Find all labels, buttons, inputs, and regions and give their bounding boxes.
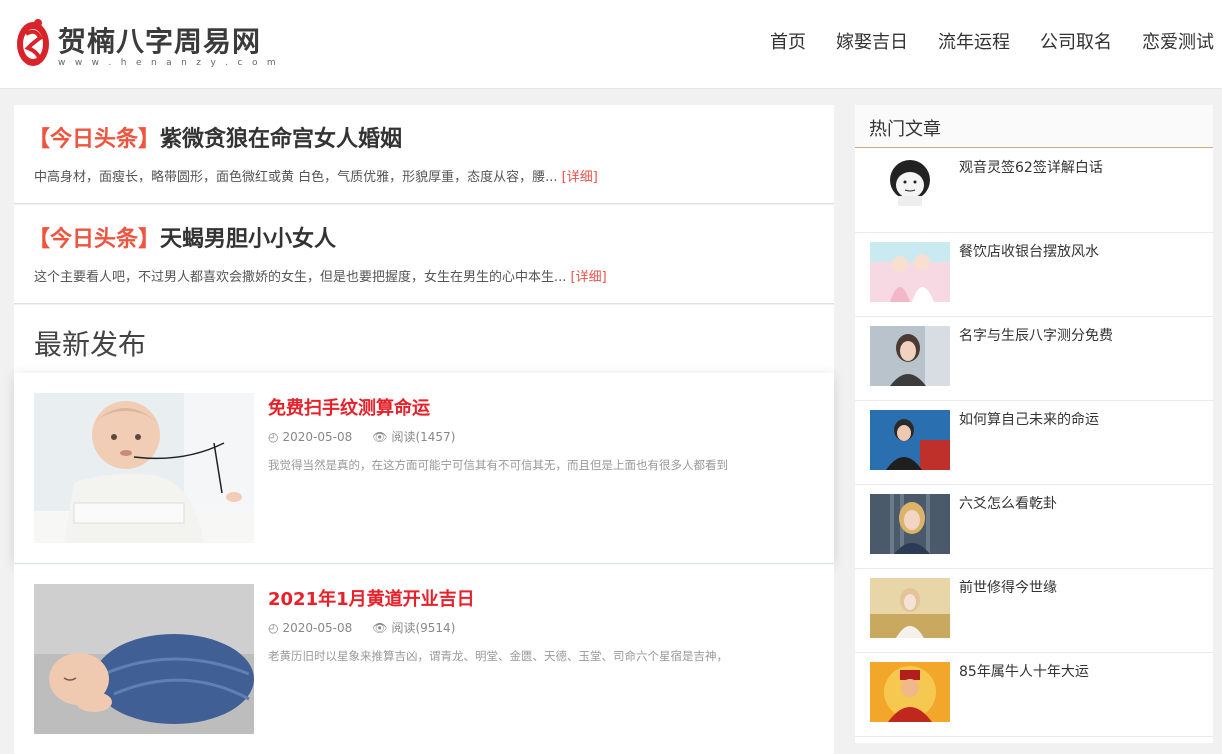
eye-icon: 👁 [372, 620, 388, 635]
clock-icon: ◴ [268, 429, 279, 444]
clock-icon: ◴ [268, 620, 279, 635]
headline-item[interactable]: 【今日头条】紫微贪狼在命宫女人婚姻 中高身材，面瘦长，略带圆形，面色微红或黄 白… [14, 105, 834, 204]
post-card[interactable]: 2021年1月黄道开业吉日 ◴ 2020-05-08 👁 阅读(9514) 老黄… [14, 564, 834, 754]
headline-desc-text: 中高身材，面瘦长，略带圆形，面色微红或黄 白色，气质优雅，形貌厚重，态度从容，腰… [34, 170, 558, 185]
post-views: 👁 阅读(1457) [372, 428, 455, 445]
headline-title-text: 天蝎男胆小小女人 [160, 227, 337, 252]
hot-article-item[interactable]: 85年属牛人十年大运 [855, 652, 1213, 737]
headline-more-link[interactable]: [详细] [562, 170, 598, 185]
hot-article-thumbnail[interactable] [870, 158, 950, 218]
headline-tag: 【今日头条】 [28, 127, 161, 152]
site-logo[interactable]: 贺楠八字周易网 w w w . h e n a n z y . c o m [14, 16, 276, 72]
site-domain: w w w . h e n a n z y . c o m [58, 58, 279, 68]
sidebar-header: 热门文章 [855, 105, 1213, 148]
headline-tag: 【今日头条】 [28, 227, 161, 252]
young-man-image-icon [870, 410, 950, 470]
post-date: 2020-05-08 [282, 429, 353, 444]
post-card[interactable]: 免费扫手纹测算命运 ◴ 2020-05-08 👁 阅读(1457) 我觉得当然是… [14, 373, 834, 564]
post-date: 2020-05-08 [282, 620, 353, 635]
nav-item-home[interactable]: 首页 [770, 28, 806, 54]
post-excerpt: 我觉得当然是真的，在这方面可能宁可信其有不可信其无，而且但是上面也有很多人都看到 [268, 458, 728, 472]
post-views: 👁 阅读(9514) [372, 619, 455, 636]
anime-couple-image-icon [870, 242, 950, 302]
headline-more-link[interactable]: [详细] [571, 270, 607, 285]
baby-photo-icon [34, 393, 254, 543]
headline-item[interactable]: 【今日头条】天蝎男胆小小女人 这个主要看人吧，不过男人都喜欢会撒娇的女生，但是也… [14, 205, 834, 304]
hot-article-item[interactable]: 观音灵签62签详解白话 [855, 148, 1213, 233]
woman-in-field-image-icon [870, 578, 950, 638]
hot-article-thumbnail[interactable] [870, 410, 950, 470]
hot-article-item[interactable]: 六爻怎么看乾卦 [855, 484, 1213, 569]
hot-article-title[interactable]: 85年属牛人十年大运 [959, 661, 1089, 681]
hot-article-item[interactable]: 名字与生辰八字测分免费 [855, 316, 1213, 401]
nav-item-wedding-days[interactable]: 嫁娶吉日 [836, 28, 908, 54]
sidebar-heading: 热门文章 [869, 119, 941, 140]
site-name: 贺楠八字周易网 [58, 25, 262, 58]
post-views-text: 阅读(1457) [391, 430, 456, 444]
latest-heading: 最新发布 [34, 328, 147, 361]
post-meta: ◴ 2020-05-08 👁 阅读(1457) [268, 428, 455, 445]
hot-article-item[interactable]: 前世修得今世缘 [855, 568, 1213, 653]
sleeping-baby-photo-icon [34, 584, 254, 734]
latest-section-header: 最新发布 [14, 305, 834, 373]
post-excerpt: 老黄历旧时以星象来推算吉凶，谓青龙、明堂、金匮、天德、玉堂、司命六个星宿是吉神， [268, 649, 728, 663]
deity-figure-image-icon [870, 662, 950, 722]
hot-article-title[interactable]: 名字与生辰八字测分免费 [959, 325, 1113, 345]
sidebar: 热门文章 观音灵签62签详解白话 餐饮店收银台摆放风水 名字与生辰八字测分免费 … [855, 105, 1213, 743]
main-nav: 首页 嫁娶吉日 流年运程 公司取名 恋爱测试 [740, 28, 1214, 54]
logo-mark-icon [17, 19, 49, 66]
main-column: 【今日头条】紫微贪狼在命宫女人婚姻 中高身材，面瘦长，略带圆形，面色微红或黄 白… [14, 105, 834, 754]
post-meta: ◴ 2020-05-08 👁 阅读(9514) [268, 619, 455, 636]
headline-title[interactable]: 【今日头条】紫微贪狼在命宫女人婚姻 [28, 121, 402, 153]
headline-title-text: 紫微贪狼在命宫女人婚姻 [160, 127, 403, 152]
eye-icon: 👁 [372, 429, 388, 444]
nav-item-love-test[interactable]: 恋爱测试 [1142, 28, 1214, 54]
hot-article-title[interactable]: 餐饮店收银台摆放风水 [959, 241, 1099, 261]
nav-item-yearly-fortune[interactable]: 流年运程 [938, 28, 1010, 54]
hot-article-item[interactable]: 餐饮店收银台摆放风水 [855, 232, 1213, 317]
hot-article-thumbnail[interactable] [870, 662, 950, 722]
headline-desc: 这个主要看人吧，不过男人都喜欢会撒娇的女生，但是也要把握度，女生在男生的心中本生… [34, 266, 607, 285]
post-views-text: 阅读(9514) [391, 621, 456, 635]
headline-title[interactable]: 【今日头条】天蝎男胆小小女人 [28, 221, 336, 253]
site-header: 贺楠八字周易网 w w w . h e n a n z y . c o m 首页… [0, 0, 1222, 89]
post-title[interactable]: 2021年1月黄道开业吉日 [268, 585, 475, 611]
headline-desc: 中高身材，面瘦长，略带圆形，面色微红或黄 白色，气质优雅，形貌厚重，态度从容，腰… [34, 166, 598, 185]
headline-desc-text: 这个主要看人吧，不过男人都喜欢会撒娇的女生，但是也要把握度，女生在男生的心中本生… [34, 270, 567, 285]
hot-article-thumbnail[interactable] [870, 242, 950, 302]
hot-article-thumbnail[interactable] [870, 578, 950, 638]
hot-article-title[interactable]: 观音灵签62签详解白话 [959, 157, 1103, 177]
hot-article-thumbnail[interactable] [870, 494, 950, 554]
post-thumbnail[interactable] [34, 584, 254, 734]
hot-article-thumbnail[interactable] [870, 326, 950, 386]
blonde-woman-image-icon [870, 494, 950, 554]
hot-article-title[interactable]: 前世修得今世缘 [959, 577, 1057, 597]
nav-item-company-naming[interactable]: 公司取名 [1040, 28, 1112, 54]
hot-article-item[interactable]: 如何算自己未来的命运 [855, 400, 1213, 485]
post-thumbnail[interactable] [34, 393, 254, 543]
meme-face-icon [870, 158, 950, 218]
girl-portrait-image-icon [870, 326, 950, 386]
hot-article-title[interactable]: 六爻怎么看乾卦 [959, 493, 1057, 513]
post-title[interactable]: 免费扫手纹测算命运 [268, 394, 430, 420]
hot-article-title[interactable]: 如何算自己未来的命运 [959, 409, 1099, 429]
